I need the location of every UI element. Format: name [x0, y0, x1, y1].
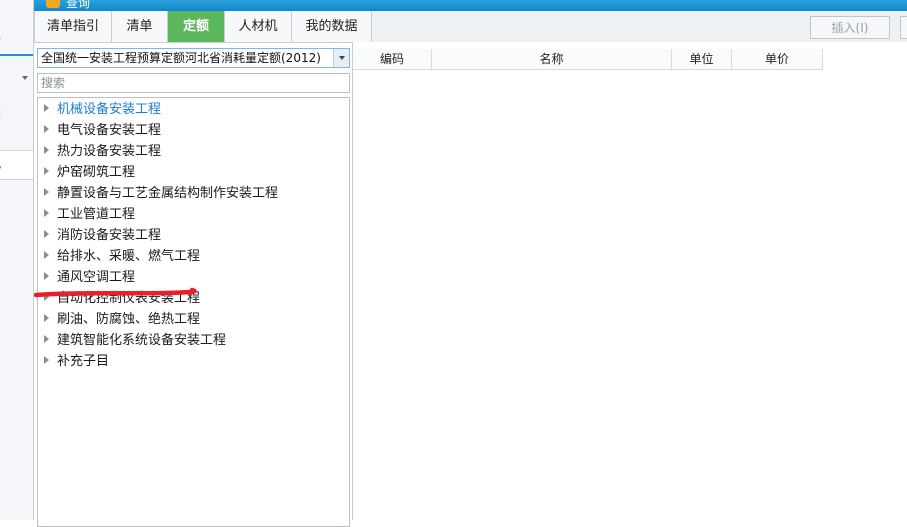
tree-item-label: 热力设备安装工程 — [57, 144, 162, 159]
side-tab-status[interactable]: 况 — [0, 150, 33, 180]
search-input[interactable] — [37, 73, 350, 93]
insert-button[interactable]: 插入(I) — [810, 16, 890, 39]
expand-triangle-icon[interactable] — [44, 314, 49, 322]
chapter-tree: 机械设备安装工程 电气设备安装工程 热力设备安装工程 炉窑砌筑工程 静置设备与工… — [37, 97, 350, 527]
tab-bar: 清单指引 清单 定额 人材机 我的数据 — [34, 11, 907, 43]
tree-item[interactable]: 通风空调工程 — [44, 268, 135, 288]
tree-item-label: 工业管道工程 — [57, 207, 136, 222]
tree-item-label: 电气设备安装工程 — [57, 123, 162, 138]
tree-item[interactable]: 静置设备与工艺金属结构制作安装工程 — [44, 184, 278, 204]
tab-labor-material-machine[interactable]: 人材机 — [225, 11, 292, 42]
expand-triangle-icon[interactable] — [44, 356, 49, 364]
tree-item[interactable]: 给排水、采暖、燃气工程 — [44, 247, 200, 267]
grid-header: 编码 名称 单位 单价 — [353, 49, 823, 70]
tree-item[interactable]: 刷油、防腐蚀、绝热工程 — [44, 310, 200, 330]
tab-quota[interactable]: 定额 — [168, 11, 225, 42]
expand-triangle-icon[interactable] — [44, 125, 49, 133]
tree-item[interactable]: 炉窑砌筑工程 — [44, 163, 135, 183]
tree-item-label: 刷油、防腐蚀、绝热工程 — [57, 312, 201, 327]
side-tab-pricing[interactable]: 价 — [0, 30, 33, 56]
tree-item[interactable]: 自动化控制仪表安装工程 — [44, 289, 200, 309]
tree-item-label: 自动化控制仪表安装工程 — [57, 291, 201, 306]
expand-triangle-icon[interactable] — [44, 335, 49, 343]
column-header-price[interactable]: 单价 — [732, 49, 823, 69]
expand-triangle-icon[interactable] — [44, 146, 49, 154]
app-icon — [46, 0, 60, 8]
tree-item[interactable]: 热力设备安装工程 — [44, 142, 161, 162]
column-header-unit[interactable]: 单位 — [672, 49, 732, 69]
expand-triangle-icon[interactable] — [44, 293, 49, 301]
chevron-down-icon — [339, 56, 345, 60]
tree-item[interactable]: 电气设备安装工程 — [44, 121, 161, 141]
side-item-document[interactable]: 档 — [0, 72, 1, 91]
quota-library-select[interactable]: 全国统一安装工程预算定额河北省消耗量定额(2012) — [37, 48, 350, 68]
expand-triangle-icon[interactable] — [44, 272, 49, 280]
tab-bill[interactable]: 清单 — [112, 11, 168, 42]
expand-triangle-icon[interactable] — [44, 104, 49, 112]
expand-triangle-icon[interactable] — [44, 188, 49, 196]
chevron-down-icon[interactable] — [22, 76, 28, 80]
tree-item-label: 机械设备安装工程 — [57, 102, 162, 117]
tree-item-label: 消防设备安装工程 — [57, 228, 162, 243]
quota-grid: 编码 名称 单位 单价 — [352, 42, 907, 520]
expand-triangle-icon[interactable] — [44, 251, 49, 259]
tree-item[interactable]: 建筑智能化系统设备安装工程 — [44, 331, 226, 351]
quota-library-value: 全国统一安装工程预算定额河北省消耗量定额(2012) — [41, 51, 321, 65]
side-item-delete[interactable]: 除 — [0, 104, 1, 123]
window-titlebar: 查询 — [34, 0, 907, 11]
column-header-code[interactable]: 编码 — [353, 49, 432, 69]
tree-item-label: 通风空调工程 — [57, 270, 136, 285]
expand-triangle-icon[interactable] — [44, 230, 49, 238]
tab-bill-guide[interactable]: 清单指引 — [34, 11, 112, 42]
replace-button[interactable] — [900, 16, 907, 39]
tree-item-label: 静置设备与工艺金属结构制作安装工程 — [57, 186, 279, 201]
tree-item-label: 建筑智能化系统设备安装工程 — [57, 333, 227, 348]
tree-item[interactable]: 补充子目 — [44, 352, 109, 372]
tree-item[interactable]: 消防设备安装工程 — [44, 226, 161, 246]
tree-item-label: 给排水、采暖、燃气工程 — [57, 249, 201, 264]
window-title: 查询 — [66, 0, 91, 10]
left-side-panel: 价 档 除 况 — [0, 0, 34, 520]
tree-item[interactable]: 机械设备安装工程 — [44, 100, 161, 120]
tab-my-data[interactable]: 我的数据 — [292, 11, 372, 42]
expand-triangle-icon[interactable] — [44, 167, 49, 175]
column-header-name[interactable]: 名称 — [432, 49, 672, 69]
tree-item-label: 补充子目 — [57, 354, 110, 369]
dropdown-arrow[interactable] — [333, 49, 349, 67]
tree-item[interactable]: 工业管道工程 — [44, 205, 135, 225]
expand-triangle-icon[interactable] — [44, 209, 49, 217]
tree-item-label: 炉窑砌筑工程 — [57, 165, 136, 180]
